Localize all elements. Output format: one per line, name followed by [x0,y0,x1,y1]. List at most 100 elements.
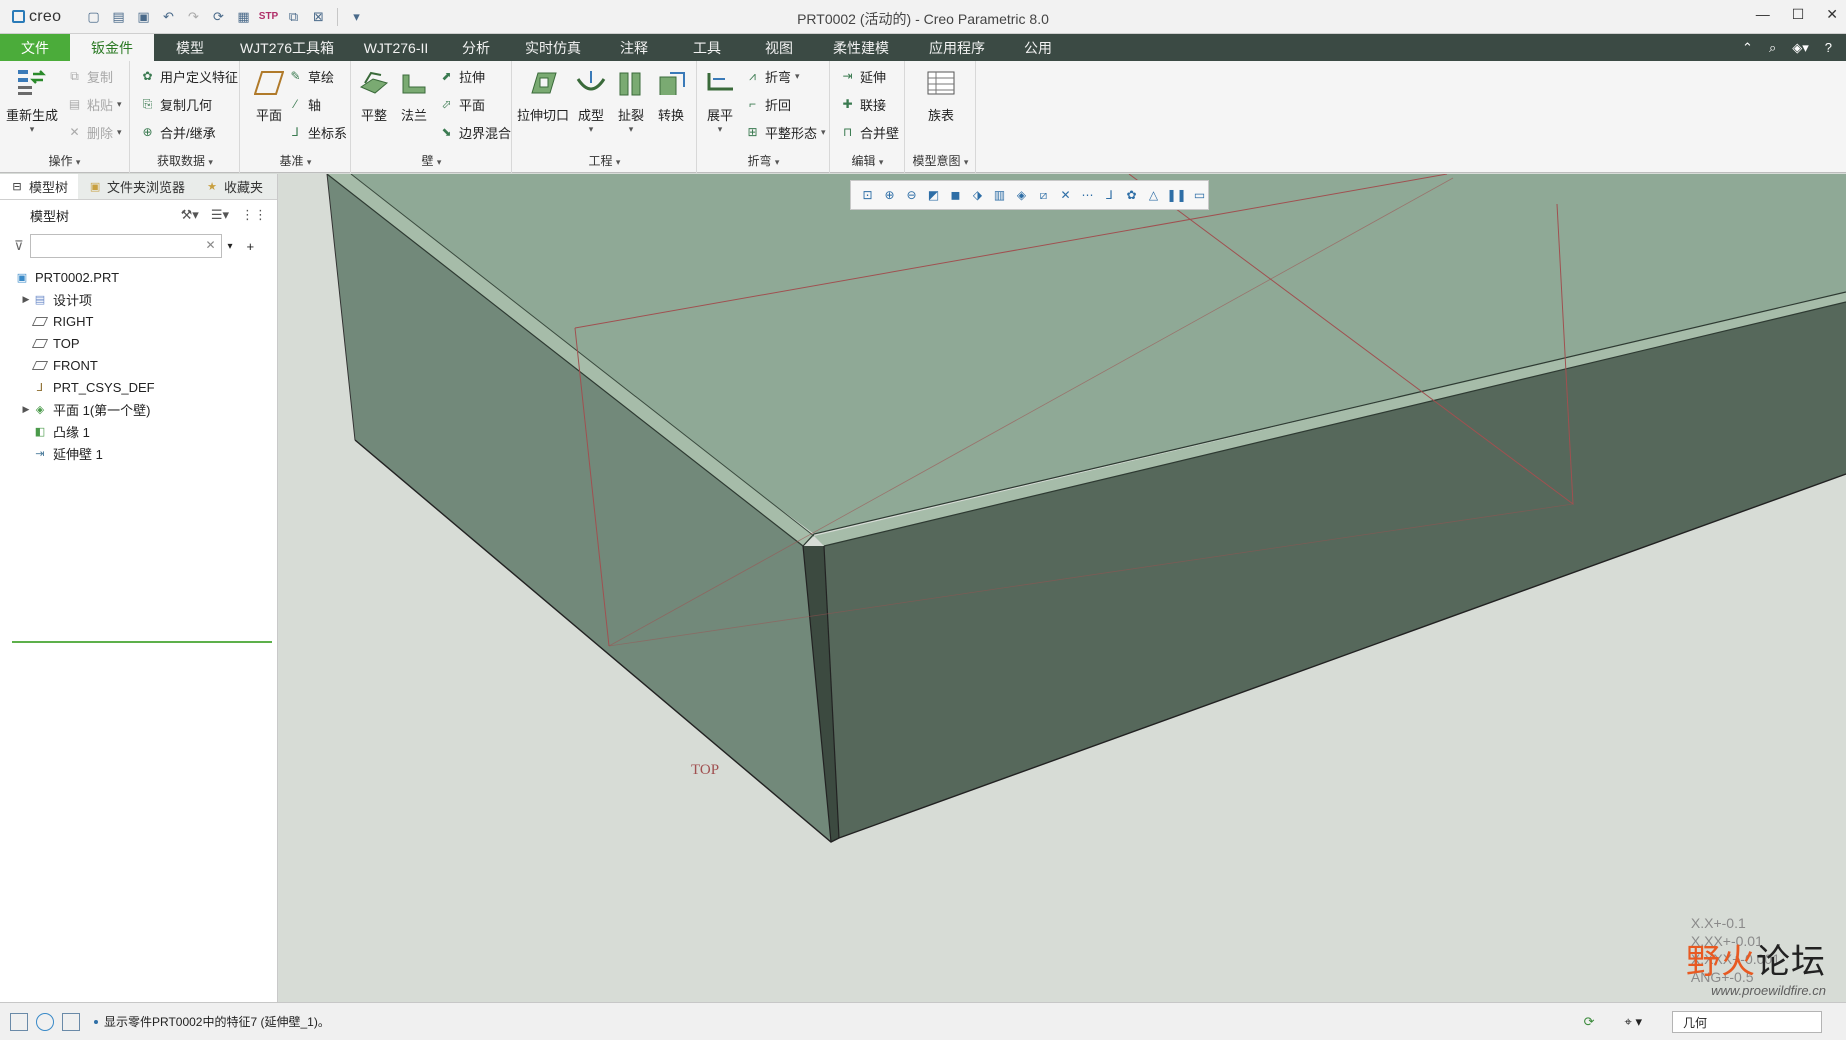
group-edit-label[interactable]: 编辑 ▾ [831,152,904,169]
tab-annotate[interactable]: 注释 [598,34,670,61]
tree-node-planar-wall[interactable]: ▶ ◈ 平面 1(第一个壁) [0,398,277,420]
save-icon[interactable]: ▣ [134,7,153,26]
model-viewport[interactable]: TOP [279,174,1846,1002]
point-display-icon[interactable]: ⋯ [1079,186,1096,205]
bend-back-button[interactable]: ⌐ 折回 [744,93,791,115]
planar-wall-button[interactable]: 平整 [352,65,396,124]
saved-orientations-icon[interactable]: ⬗ [969,186,986,205]
tree-node-part[interactable]: ▣ PRT0002.PRT [0,266,277,288]
datum-top-label[interactable]: TOP [691,762,719,778]
customize-toolbar-icon[interactable]: ▾ [347,7,366,26]
group-model-intent-label[interactable]: 模型意图 ▾ [906,152,975,169]
rip-button[interactable]: 扯裂 ▾ [609,65,653,135]
tree-node-extend-wall[interactable]: ⇥ 延伸壁 1 [0,442,277,464]
add-filter-icon[interactable]: + [247,239,255,254]
tree-columns-icon[interactable]: ⋮⋮ [241,207,267,223]
delete-button[interactable]: ✕ 删除 ▾ [66,121,121,143]
layout-toggle-icon[interactable] [10,1012,28,1031]
csys-display-icon[interactable]: ⅃ [1101,186,1118,205]
selection-filter-select[interactable]: 几何 [1672,1011,1822,1033]
csys-button[interactable]: ⅃ 坐标系 [287,121,347,143]
group-get-data-label[interactable]: 获取数据 ▾ [131,152,239,169]
group-wall-label[interactable]: 壁 ▾ [352,152,511,169]
tab-sheetmetal[interactable]: 钣金件 [70,34,154,61]
tab-wjt276-ii[interactable]: WJT276-II [348,34,444,61]
regenerate-icon[interactable]: ⟳ [209,7,228,26]
unbend-button[interactable]: 展平 ▾ [698,65,742,135]
bend-button[interactable]: ⩘ 折弯 ▾ [744,65,799,87]
paste-button[interactable]: ▤ 粘贴 ▾ [66,93,122,115]
merge-wall-button[interactable]: ⊓ 合并壁 [839,121,899,143]
tree-node-csys[interactable]: ⅃ PRT_CSYS_DEF [0,376,277,398]
stp-export-icon[interactable]: STP [259,7,278,26]
zoom-in-icon[interactable]: ⊕ [881,186,898,205]
pause-icon[interactable]: ❚❚ [1166,186,1186,205]
graphics-window[interactable]: TOP ⊡ ⊕ ⊖ ◩ ◼ ⬗ ▥ ◈ ⧄ ✕ ⋯ ⅃ ✿ △ ❚❚ ▭ X.X… [279,174,1846,1002]
tab-view[interactable]: 视图 [744,34,814,61]
extend-button[interactable]: ⇥ 延伸 [839,65,886,87]
form-button[interactable]: 成型 ▾ [569,65,613,135]
regenerate-button[interactable]: 重新生成 ▾ [4,65,60,135]
tree-node-top[interactable]: TOP [0,332,277,354]
tree-filter-input[interactable]: ✕ [29,234,222,258]
insert-here-marker[interactable] [12,641,272,643]
boundary-blend-button[interactable]: ⬊ 边界混合 [438,121,511,143]
minimize-button[interactable]: — [1756,6,1770,23]
datum-display-icon[interactable]: ⧄ [1035,186,1052,205]
repaint-icon[interactable]: ◩ [925,186,942,205]
tree-node-front[interactable]: FRONT [0,354,277,376]
group-operations-label[interactable]: 操作 ▾ [0,152,129,169]
maximize-button[interactable]: ☐ [1792,6,1805,23]
flat-pattern-button[interactable]: ⊞ 平整形态 ▾ [744,121,825,143]
display-style-icon[interactable]: ◼ [947,186,964,205]
group-datum-label[interactable]: 基准 ▾ [241,152,350,169]
collapse-ribbon-icon[interactable]: ⌃ [1742,40,1753,56]
fullscreen-toggle-icon[interactable] [62,1012,80,1031]
open-file-icon[interactable]: ▤ [109,7,128,26]
tree-node-flange[interactable]: ◧ 凸缘 1 [0,420,277,442]
perspective-icon[interactable]: ◈ [1013,186,1030,205]
browser-toggle-icon[interactable] [36,1012,54,1031]
expand-icon[interactable]: ▶ [20,294,32,305]
tab-wjt276-toolbox[interactable]: WJT276工具箱 [226,34,348,61]
flange-button[interactable]: 法兰 [392,65,436,124]
extrude-wall-button[interactable]: ⬈ 拉伸 [438,65,485,87]
new-file-icon[interactable]: ▢ [84,7,103,26]
windows-icon[interactable]: ▦ [234,7,253,26]
merge-inherit-button[interactable]: ⊕ 合并/继承 [139,121,215,143]
clear-filter-icon[interactable]: ✕ [205,238,215,252]
tree-node-right[interactable]: RIGHT [0,310,277,332]
learning-icon[interactable]: ◈▾ [1792,40,1809,56]
tab-model-tree[interactable]: ⊟ 模型树 [0,174,79,199]
group-engineering-label[interactable]: 工程 ▾ [513,152,696,169]
copy-geometry-button[interactable]: ⎘ 复制几何 [139,93,212,115]
copy-button[interactable]: ⧉ 复制 [66,65,113,87]
tab-applications[interactable]: 应用程序 [908,34,1006,61]
expand-icon[interactable]: ▶ [20,404,32,415]
refit-icon[interactable]: ⊡ [859,186,876,205]
tree-node-design-items[interactable]: ▶ ▤ 设计项 [0,288,277,310]
tab-file[interactable]: 文件 [0,34,70,61]
tab-model[interactable]: 模型 [154,34,226,61]
tab-flexible-modeling[interactable]: 柔性建模 [814,34,908,61]
axis-button[interactable]: ⁄ 轴 [287,93,321,115]
close-window-icon[interactable]: ⊠ [309,7,328,26]
switch-window-icon[interactable]: ⧉ [284,7,303,26]
join-button[interactable]: ✚ 联接 [839,93,886,115]
tab-favorites[interactable]: ★ 收藏夹 [195,174,273,199]
settings-icon[interactable]: ⚒▾ [181,207,199,223]
plane-wall-button[interactable]: ⬀ 平面 [438,93,485,115]
group-bend-label[interactable]: 折弯 ▾ [698,152,829,169]
redo-icon[interactable]: ↷ [184,7,203,26]
tab-common[interactable]: 公用 [1006,34,1070,61]
sheetmetal-display-icon[interactable]: ▭ [1191,186,1208,205]
show-icon[interactable]: ☰▾ [211,207,229,223]
filter-dropdown-icon[interactable]: ▾ [228,241,233,252]
zoom-out-icon[interactable]: ⊖ [903,186,920,205]
sketch-button[interactable]: ✎ 草绘 [287,65,334,87]
family-table-button[interactable]: 族表 [913,65,969,124]
find-icon[interactable]: ⌖ ▾ [1625,1014,1642,1030]
convert-button[interactable]: 转换 [649,65,693,124]
axis-display-icon[interactable]: ✕ [1057,186,1074,205]
tab-tools[interactable]: 工具 [670,34,744,61]
